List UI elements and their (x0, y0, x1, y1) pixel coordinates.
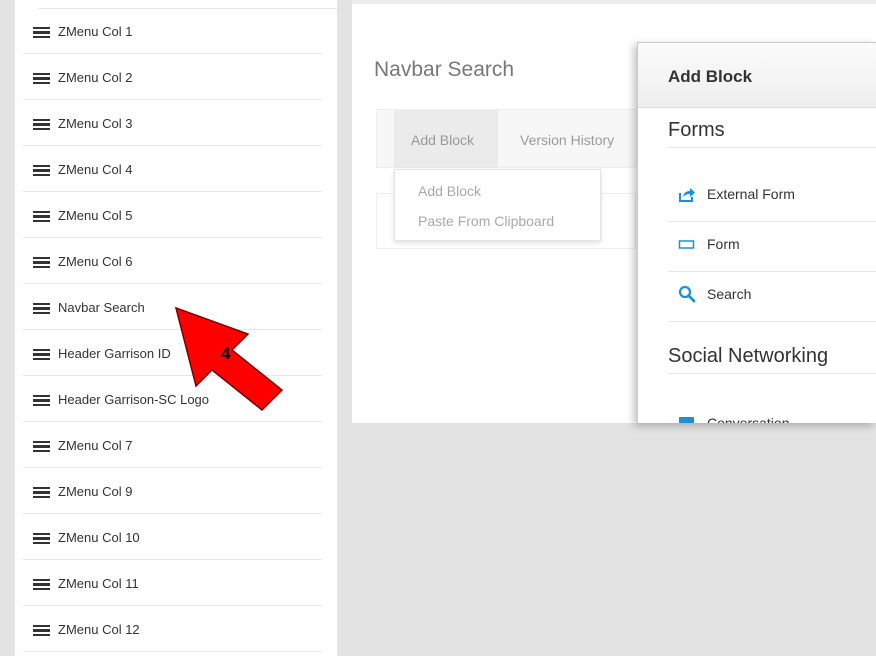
section-title-forms: Forms (668, 119, 725, 141)
block-item-external-form[interactable]: External Form (668, 171, 876, 221)
block-item-conversation[interactable]: Conversation (668, 400, 876, 423)
hamburger-icon[interactable] (33, 211, 50, 222)
list-item-header-garrison-sc-logo[interactable]: Header Garrison-SC Logo (23, 377, 322, 422)
section-divider (668, 147, 876, 148)
list-item-zmenu-col-4[interactable]: ZMenu Col 4 (23, 147, 322, 192)
list-item-zmenu-col-5[interactable]: ZMenu Col 5 (23, 193, 322, 238)
list-item-header-garrison-id[interactable]: Header Garrison ID (23, 331, 322, 376)
dropdown-item-paste-from-clipboard[interactable]: Paste From Clipboard (418, 213, 554, 229)
block-item-label: Form (707, 236, 740, 252)
section-divider (668, 373, 876, 374)
list-item-label: Header Garrison-SC Logo (58, 392, 210, 407)
hamburger-icon[interactable] (33, 349, 50, 360)
hamburger-icon[interactable] (33, 579, 50, 590)
list-item-label: Navbar Search (58, 300, 145, 315)
hamburger-icon[interactable] (33, 257, 50, 268)
list-item-label: ZMenu Col 3 (58, 116, 133, 131)
list-item-label: ZMenu Col 10 (58, 530, 140, 545)
dropdown-item-add-block[interactable]: Add Block (418, 183, 481, 199)
modal-title: Add Block (668, 67, 753, 86)
list-item-label: ZMenu Col 5 (58, 208, 133, 223)
list-item-label: ZMenu Col 7 (58, 438, 133, 453)
block-item-label: Conversation (707, 415, 790, 423)
add-block-dropdown: Add Block Paste From Clipboard (394, 169, 601, 241)
hamburger-icon[interactable] (33, 395, 50, 406)
list-item-label: ZMenu Col 9 (58, 484, 133, 499)
list-item-zmenu-col-1[interactable]: ZMenu Col 1 (23, 9, 322, 54)
form-icon (678, 235, 696, 253)
list-item-label: ZMenu Col 12 (58, 622, 140, 637)
hamburger-icon[interactable] (33, 303, 50, 314)
row-divider (668, 321, 876, 322)
list-item-zmenu-col-3[interactable]: ZMenu Col 3 (23, 101, 322, 146)
list-item-zmenu-col-11[interactable]: ZMenu Col 11 (23, 561, 322, 606)
hamburger-icon[interactable] (33, 533, 50, 544)
list-item-label: ZMenu Col 1 (58, 24, 133, 39)
hamburger-icon[interactable] (33, 165, 50, 176)
list-item-zmenu-col-6[interactable]: ZMenu Col 6 (23, 239, 322, 284)
list-item-zmenu-col-12[interactable]: ZMenu Col 12 (23, 607, 322, 652)
block-item-label: Search (707, 286, 752, 302)
panel-top-bar (352, 0, 876, 4)
list-item-label: ZMenu Col 2 (58, 70, 133, 85)
tab-version-history[interactable]: Version History (520, 132, 614, 148)
search-icon (678, 285, 696, 303)
hamburger-icon[interactable] (33, 73, 50, 84)
list-item-label: ZMenu Col 11 (58, 576, 139, 591)
list-item-label: ZMenu Col 6 (58, 254, 133, 269)
list-item-zmenu-col-9[interactable]: ZMenu Col 9 (23, 469, 322, 514)
list-item-label: Header Garrison ID (58, 346, 171, 361)
block-item-search[interactable]: Search (668, 271, 876, 321)
list-item-zmenu-col-10[interactable]: ZMenu Col 10 (23, 515, 322, 560)
hamburger-icon[interactable] (33, 487, 50, 498)
list-item-zmenu-col-2[interactable]: ZMenu Col 2 (23, 55, 322, 100)
hamburger-icon[interactable] (33, 625, 50, 636)
hamburger-icon[interactable] (33, 27, 50, 38)
block-item-label: External Form (707, 186, 795, 202)
list-item-label: ZMenu Col 4 (58, 162, 133, 177)
tab-label: Add Block (411, 132, 475, 148)
hamburger-icon[interactable] (33, 119, 50, 130)
page-title: Navbar Search (374, 58, 515, 81)
block-item-form[interactable]: Form (668, 221, 876, 271)
conversation-icon (678, 414, 696, 423)
add-block-modal: Add Block Forms External Form Form Searc… (637, 42, 876, 423)
external-form-icon (678, 185, 696, 203)
section-title-social-networking: Social Networking (668, 345, 829, 367)
modal-header: Add Block (638, 43, 876, 108)
list-item-zmenu-col-7[interactable]: ZMenu Col 7 (23, 423, 322, 468)
list-item-navbar-search[interactable]: Navbar Search (23, 285, 322, 330)
tab-add-block[interactable]: Add Block (394, 110, 498, 168)
hamburger-icon[interactable] (33, 441, 50, 452)
